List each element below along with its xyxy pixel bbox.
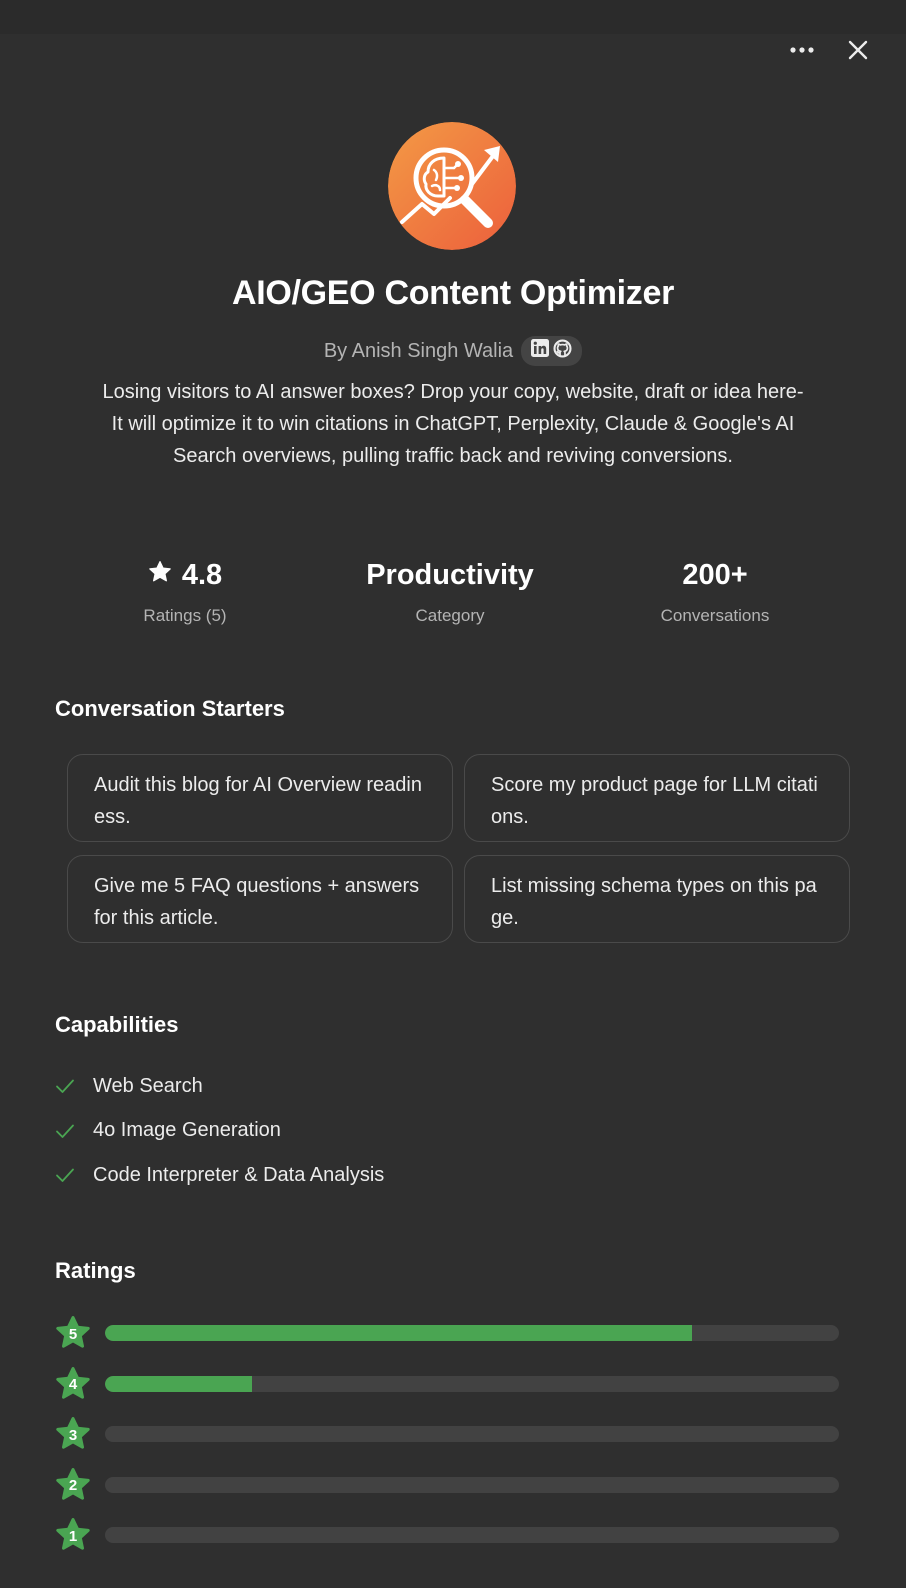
star-count: 5 xyxy=(68,1325,78,1343)
category-value: Productivity xyxy=(366,558,534,591)
starter-card[interactable]: List missing schema types on this page. xyxy=(464,855,850,943)
rating-row-4: 4 xyxy=(55,1359,839,1410)
gpt-description: Losing visitors to AI answer boxes? Drop… xyxy=(102,381,804,467)
rating-row-1: 1 xyxy=(55,1510,839,1561)
capabilities-list: Web Search 4o Image Generation Code Inte… xyxy=(55,1064,384,1198)
conversations-label: Conversations xyxy=(660,606,770,625)
star-count: 3 xyxy=(68,1426,78,1444)
starters-heading: Conversation Starters xyxy=(55,696,285,721)
capability-item: Web Search xyxy=(55,1064,384,1109)
rating-value: 4.8 xyxy=(181,558,223,591)
rating-row-3: 3 xyxy=(55,1409,839,1460)
author-name: By Anish Singh Walia xyxy=(323,339,514,362)
github-icon[interactable] xyxy=(553,338,572,364)
rating-bar-fill xyxy=(105,1375,252,1392)
social-links xyxy=(521,336,583,366)
stat-rating: 4.8 Ratings (5) xyxy=(55,556,315,626)
stat-category: Productivity Category xyxy=(320,556,580,626)
starter-card[interactable]: Give me 5 FAQ questions + answers for th… xyxy=(67,855,453,943)
capabilities-heading: Capabilities xyxy=(55,1012,179,1037)
starter-card[interactable]: Audit this blog for AI Overview readines… xyxy=(67,754,453,842)
gpt-logo xyxy=(388,122,516,250)
ratings-breakdown: 5 4 3 2 1 xyxy=(55,1308,839,1561)
capability-item: Code Interpreter & Data Analysis xyxy=(55,1153,384,1198)
conversations-value: 200+ xyxy=(682,558,748,591)
star-count: 1 xyxy=(68,1527,78,1545)
check-icon xyxy=(55,1123,93,1139)
rating-bar-fill xyxy=(105,1325,693,1342)
close-icon[interactable] xyxy=(844,36,872,64)
gpt-title: AIO/GEO Content Optimizer xyxy=(231,274,675,312)
capability-label: Web Search xyxy=(93,1074,203,1097)
star-badge-icon: 3 xyxy=(55,1416,91,1452)
rating-bar-track xyxy=(105,1527,839,1544)
star-count: 4 xyxy=(68,1376,78,1394)
rating-bar-track xyxy=(105,1325,839,1342)
star-badge-icon: 5 xyxy=(55,1315,91,1351)
stat-conversations: 200+ Conversations xyxy=(585,556,845,626)
rating-row-2: 2 xyxy=(55,1460,839,1511)
starter-card[interactable]: Score my product page for LLM citations. xyxy=(464,754,850,842)
rating-label: Ratings (5) xyxy=(143,606,227,625)
star-count: 2 xyxy=(68,1477,78,1495)
star-badge-icon: 4 xyxy=(55,1366,91,1402)
gpt-detail-dialog: AIO/GEO Content Optimizer By Anish Singh… xyxy=(0,0,906,1588)
author-line: By Anish Singh Walia xyxy=(0,336,906,366)
capability-label: 4o Image Generation xyxy=(93,1119,281,1142)
rating-bar-track xyxy=(105,1476,839,1493)
ratings-heading: Ratings xyxy=(55,1258,136,1283)
top-strip xyxy=(0,0,906,34)
dialog-actions xyxy=(788,36,872,64)
check-icon xyxy=(55,1078,93,1094)
star-badge-icon: 2 xyxy=(55,1467,91,1503)
capability-item: 4o Image Generation xyxy=(55,1109,384,1154)
capability-label: Code Interpreter & Data Analysis xyxy=(93,1163,385,1186)
check-icon xyxy=(55,1167,93,1183)
rating-row-5: 5 xyxy=(55,1308,839,1359)
category-label: Category xyxy=(415,606,485,625)
linkedin-icon[interactable] xyxy=(531,339,550,363)
rating-bar-track xyxy=(105,1426,839,1443)
more-horizontal-icon[interactable] xyxy=(788,36,816,64)
star-badge-icon: 1 xyxy=(55,1517,91,1553)
stats-row: 4.8 Ratings (5) Productivity Category 20… xyxy=(55,556,845,626)
star-icon xyxy=(148,559,172,592)
rating-bar-track xyxy=(105,1375,839,1392)
